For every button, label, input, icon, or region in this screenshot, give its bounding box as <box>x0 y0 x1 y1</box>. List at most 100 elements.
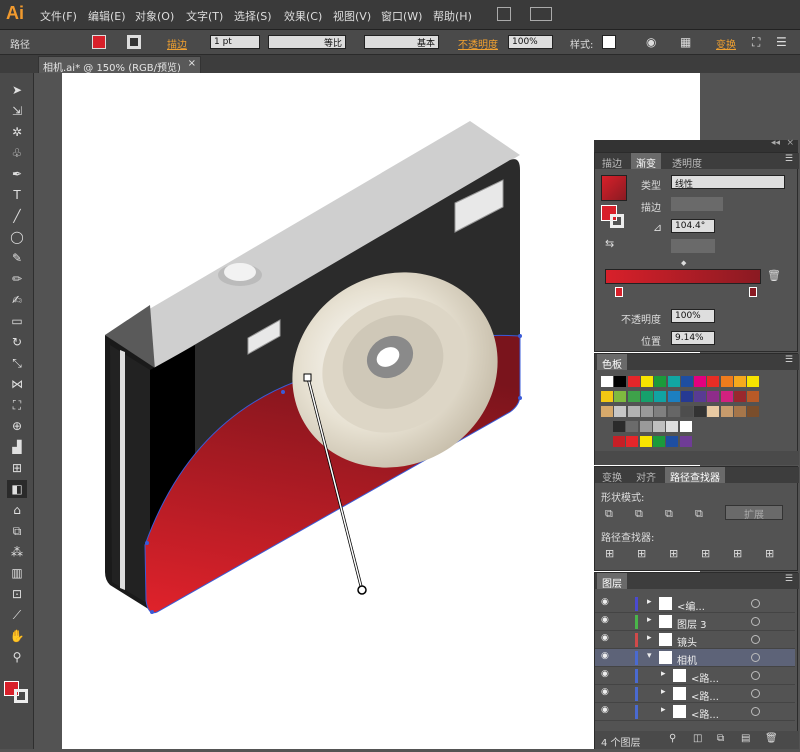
tab-layers[interactable]: 图层 <box>597 573 627 590</box>
menu-edit[interactable]: 编辑(E) <box>88 8 126 24</box>
reverse-gradient-icon[interactable]: ⇆ <box>605 237 614 250</box>
minus-back-icon[interactable]: ⊞ <box>765 547 774 560</box>
color-swatch[interactable] <box>654 376 667 387</box>
zoom-tool-icon[interactable]: ⚲ <box>7 648 27 666</box>
visibility-eye-icon[interactable]: ◉ <box>601 669 609 679</box>
color-swatch[interactable] <box>652 436 665 447</box>
stroke-link[interactable]: 描边 <box>167 36 187 51</box>
blend-tool-icon[interactable]: ⧉ <box>7 522 27 540</box>
midpoint-marker-icon[interactable]: ◆ <box>681 259 686 267</box>
color-swatch[interactable] <box>666 436 679 447</box>
clipping-mask-icon[interactable]: ◫ <box>693 733 702 744</box>
color-swatch[interactable] <box>640 391 653 402</box>
layer-row[interactable]: ◉ ▸ <路... <box>595 667 795 685</box>
eyedropper-tool-icon[interactable]: ⌂ <box>7 501 27 519</box>
color-swatch[interactable] <box>667 406 680 417</box>
layer-row[interactable]: ◉ ▸ 镜头 <box>595 631 795 649</box>
ellipse-tool-icon[interactable]: ◯ <box>7 228 27 246</box>
column-graph-tool-icon[interactable]: ▥ <box>7 564 27 582</box>
menu-help[interactable]: 帮助(H) <box>433 8 472 24</box>
angle-field[interactable]: 104.4° <box>671 219 715 233</box>
color-swatch[interactable] <box>667 376 680 387</box>
color-swatch[interactable] <box>627 391 640 402</box>
paintbrush-tool-icon[interactable]: ✎ <box>7 249 27 267</box>
color-swatch[interactable] <box>734 406 746 417</box>
stroke-box-icon[interactable] <box>610 214 624 228</box>
merge-icon[interactable]: ⊞ <box>669 547 678 560</box>
selection-tool-icon[interactable]: ➤ <box>7 81 27 99</box>
visibility-eye-icon[interactable]: ◉ <box>601 633 609 643</box>
color-swatch[interactable] <box>601 406 613 417</box>
menu-effect[interactable]: 效果(C) <box>284 8 322 24</box>
free-transform-tool-icon[interactable]: ⛶ <box>7 396 27 414</box>
shape-builder-tool-icon[interactable]: ⊕ <box>7 417 27 435</box>
color-swatch[interactable] <box>707 406 720 417</box>
color-swatch[interactable] <box>654 391 667 402</box>
layer-name[interactable]: 图层 3 <box>677 616 707 631</box>
line-tool-icon[interactable]: ╱ <box>7 207 27 225</box>
layer-name[interactable]: <路... <box>691 670 719 685</box>
gradient-tool-icon[interactable]: ◧ <box>7 480 27 498</box>
expand-layer-icon[interactable]: ▸ <box>647 597 652 607</box>
color-swatch[interactable] <box>639 421 652 432</box>
bridge-icon[interactable] <box>497 7 511 21</box>
tab-transparency[interactable]: 透明度 <box>667 153 707 170</box>
tab-transform[interactable]: 变换 <box>597 467 627 484</box>
tab-swatches[interactable]: 色板 <box>597 354 627 371</box>
color-swatch[interactable] <box>639 436 652 447</box>
menu-object[interactable]: 对象(O) <box>135 8 174 24</box>
color-swatch[interactable] <box>734 391 746 402</box>
expand-layer-icon[interactable]: ▸ <box>647 615 652 625</box>
color-swatch[interactable] <box>626 436 639 447</box>
color-swatch[interactable] <box>734 376 746 387</box>
variable-width-profile[interactable]: 等比 <box>268 35 346 49</box>
intersect-icon[interactable]: ⧉ <box>665 507 673 521</box>
type-tool-icon[interactable]: T <box>7 186 27 204</box>
layer-name[interactable]: 镜头 <box>677 634 697 649</box>
lasso-tool-icon[interactable]: ♧ <box>7 144 27 162</box>
layer-row[interactable]: ◉ ▸ <路... <box>595 703 795 721</box>
color-swatch[interactable] <box>614 376 627 387</box>
minus-front-icon[interactable]: ⧉ <box>635 507 643 521</box>
target-circle-icon[interactable] <box>751 635 760 644</box>
crop-icon[interactable]: ⊞ <box>701 547 710 560</box>
layer-name[interactable]: <路... <box>691 688 719 703</box>
color-swatch[interactable] <box>707 391 720 402</box>
artboard-tool-icon[interactable]: ⊡ <box>7 585 27 603</box>
width-tool-icon[interactable]: ⋈ <box>7 375 27 393</box>
stop-location-field[interactable]: 9.14% <box>671 331 715 345</box>
menu-file[interactable]: 文件(F) <box>40 8 77 24</box>
color-swatch[interactable] <box>707 376 720 387</box>
color-swatch[interactable] <box>601 376 613 387</box>
expand-layer-icon[interactable]: ▸ <box>661 705 666 715</box>
color-swatch[interactable] <box>613 421 625 432</box>
tab-stroke[interactable]: 描边 <box>597 153 627 170</box>
locate-object-icon[interactable]: ⚲ <box>669 733 676 744</box>
transform-link[interactable]: 变换 <box>716 36 736 51</box>
target-circle-icon[interactable] <box>751 671 760 680</box>
target-circle-icon[interactable] <box>751 617 760 626</box>
pen-tool-icon[interactable]: ✒ <box>7 165 27 183</box>
color-swatch[interactable] <box>720 376 733 387</box>
close-tab-icon[interactable]: × <box>188 58 196 69</box>
direct-selection-tool-icon[interactable]: ⇲ <box>7 102 27 120</box>
tab-align[interactable]: 对齐 <box>631 467 661 484</box>
visibility-eye-icon[interactable]: ◉ <box>601 651 609 661</box>
expand-button[interactable]: 扩展 <box>725 505 783 521</box>
target-circle-icon[interactable] <box>751 599 760 608</box>
gradient-slider[interactable] <box>605 269 761 284</box>
panel-menu-icon[interactable]: ☰ <box>785 154 793 164</box>
color-swatch[interactable] <box>694 376 707 387</box>
expand-layer-icon[interactable]: ▸ <box>661 669 666 679</box>
color-swatch[interactable] <box>747 391 760 402</box>
new-layer-icon[interactable]: ▤ <box>741 733 750 744</box>
outline-icon[interactable]: ⊞ <box>733 547 742 560</box>
color-swatch[interactable] <box>679 436 692 447</box>
swatches-menu-icon[interactable]: ☰ <box>785 355 793 365</box>
visibility-eye-icon[interactable]: ◉ <box>601 687 609 697</box>
pencil-tool-icon[interactable]: ✏ <box>7 270 27 288</box>
color-swatch[interactable] <box>680 406 693 417</box>
color-swatch[interactable] <box>640 406 653 417</box>
visibility-eye-icon[interactable]: ◉ <box>601 597 609 607</box>
opacity-field[interactable]: 100% <box>508 35 553 49</box>
